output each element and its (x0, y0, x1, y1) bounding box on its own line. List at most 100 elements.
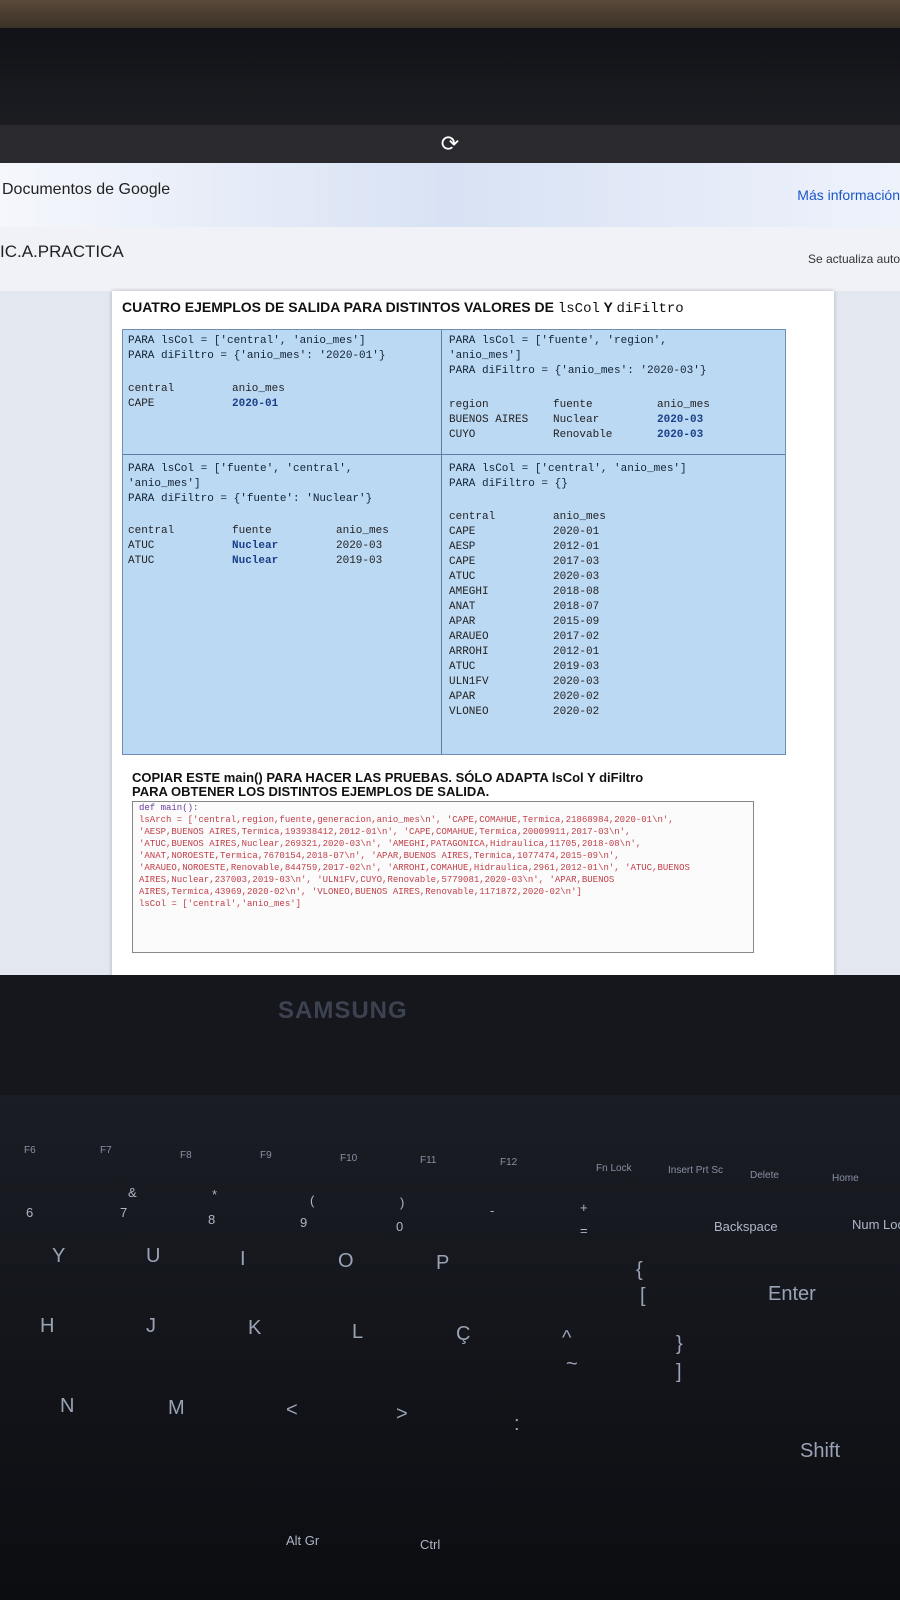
keyboard-key: H (40, 1315, 55, 1337)
example-2-output: region fuente anio_mes BUENOS AIRES Nucl… (449, 398, 779, 443)
keyboard-key: Num Lock (852, 1217, 900, 1232)
output-cell: 2020-03 (336, 540, 383, 552)
output-row: CAPE 2017-03 (449, 555, 779, 570)
keyboard-key: } (676, 1333, 683, 1355)
keyboard-key: < (286, 1399, 298, 1421)
keyboard-key: L (352, 1321, 364, 1343)
output-cell: 2012-01 (553, 646, 600, 658)
google-docs-title: Documentos de Google (2, 181, 171, 198)
heading-lscol: lsCol (557, 301, 600, 317)
keyboard-key: 7 (120, 1205, 128, 1220)
laptop-bottom-bezel (0, 975, 900, 1095)
refresh-icon[interactable]: ⟳ (439, 133, 461, 155)
output-header: central (128, 525, 175, 537)
output-cell: ATUC (449, 571, 476, 583)
output-cell: 2020-03 (657, 429, 704, 441)
keyboard-key: > (396, 1403, 408, 1425)
output-row: ARROHI 2012-01 (449, 645, 779, 660)
output-cell: ANAT (449, 601, 476, 613)
example-1-output: central anio_mes CAPE 2020-01 (128, 382, 428, 412)
document-title: IC.A.PRACTICA (0, 242, 124, 261)
output-cell: 2020-03 (553, 571, 600, 583)
example-param-line: PARA diFiltro = {'anio_mes': '2020-01'} (128, 350, 386, 362)
keyboard-key: J (146, 1315, 156, 1337)
keyboard-key: = (580, 1223, 588, 1238)
keyboard-key: : (514, 1413, 520, 1435)
code-line: 'ARAUEO,NOROESTE,Renovable,844759,2017-0… (139, 863, 690, 873)
more-info-link[interactable]: Más información (797, 187, 900, 203)
copy-heading-line: COPIAR ESTE main() PARA HACER LAS PRUEBA… (132, 770, 644, 785)
output-cell: CAPE (449, 526, 476, 538)
output-header: anio_mes (553, 511, 606, 523)
example-4-params: PARA lsCol = ['central', 'anio_mes'] PAR… (449, 462, 687, 492)
output-cell: APAR (449, 691, 476, 703)
page-heading: CUATRO EJEMPLOS DE SALIDA PARA DISTINTOS… (122, 299, 684, 317)
output-row: APAR 2020-02 (449, 690, 779, 705)
keyboard-key: 9 (300, 1215, 308, 1230)
example-param-line: PARA diFiltro = {'anio_mes': '2020-03'} (449, 365, 707, 377)
output-cell: Nuclear (232, 540, 279, 552)
example-4-output: central anio_mes CAPE 2020-01 AESP 2012-01 C… (449, 510, 779, 720)
example-3-params: PARA lsCol = ['fuente', 'central', 'anio… (128, 462, 372, 507)
output-row: ATUC 2020-03 (449, 570, 779, 585)
keyboard-key: F6 (24, 1145, 36, 1156)
output-cell: ARROHI (449, 646, 489, 658)
example-param-line: PARA diFiltro = {} (449, 478, 568, 490)
keyboard-key: F7 (100, 1145, 112, 1156)
keyboard-key: ) (400, 1195, 405, 1210)
keyboard-key: I (240, 1248, 246, 1270)
output-cell: 2018-08 (553, 586, 600, 598)
keyboard-key: Alt Gr (286, 1533, 320, 1548)
output-header: central (128, 383, 175, 395)
output-row: ATUC Nuclear 2020-03 (128, 539, 428, 554)
copy-heading-line: PARA OBTENER LOS DISTINTOS EJEMPLOS DE S… (132, 784, 490, 799)
keyboard-key: Fn Lock (596, 1163, 632, 1174)
output-row: ULN1FV 2020-03 (449, 675, 779, 690)
output-cell: AESP (449, 541, 476, 553)
code-line: AIRES,Termica,43969,2020-02\n', 'VLONEO,… (139, 887, 582, 897)
code-line: def main(): (139, 803, 199, 813)
output-cell: 2020-03 (553, 676, 600, 688)
keyboard-key: N (60, 1395, 75, 1417)
keyboard-key: { (636, 1259, 643, 1281)
example-1-params: PARA lsCol = ['central', 'anio_mes'] PAR… (128, 334, 385, 364)
output-cell: Renovable (553, 429, 613, 441)
keyboard-key: ^ (562, 1327, 572, 1349)
keyboard-key: [ (640, 1285, 646, 1307)
example-3-output: central fuente anio_mes ATUC Nuclear 202… (128, 524, 428, 569)
output-header-row: central anio_mes (449, 510, 779, 525)
example-param-line: PARA lsCol = ['central', 'anio_mes'] (449, 463, 687, 475)
code-line: 'ATUC,BUENOS AIRES,Nuclear,269321,2020-0… (139, 839, 642, 849)
output-row: CAPE 2020-01 (128, 397, 428, 412)
output-header-row: region fuente anio_mes (449, 398, 779, 413)
laptop-brand-logo: SAMSUNG (278, 997, 408, 1024)
output-cell: 2017-02 (553, 631, 600, 643)
keyboard-key: 0 (396, 1219, 404, 1234)
keyboard-key: Delete (750, 1170, 779, 1181)
code-line: 'ANAT,NOROESTE,Termica,7670154,2018-07\n… (139, 851, 620, 861)
output-row: ANAT 2018-07 (449, 600, 779, 615)
examples-table: PARA lsCol = ['central', 'anio_mes'] PAR… (122, 329, 786, 755)
keyboard-key: Ctrl (420, 1537, 441, 1552)
code-block: def main(): lsArch = ['central,region,fu… (132, 801, 754, 953)
laptop-top-bezel (0, 28, 900, 128)
output-cell: VLONEO (449, 706, 489, 718)
keyboard-key: - (490, 1203, 495, 1218)
output-row: BUENOS AIRES Nuclear 2020-03 (449, 413, 779, 428)
keyboard-key: Enter (768, 1283, 816, 1305)
output-cell: 2020-03 (657, 414, 704, 426)
output-header: central (449, 511, 496, 523)
keyboard-key: 6 (26, 1205, 34, 1220)
output-cell: ATUC (128, 540, 155, 552)
keyboard-key: Ç (456, 1323, 471, 1345)
example-param-line: PARA lsCol = ['central', 'anio_mes'] (128, 335, 366, 347)
code-line: lsArch = ['central,region,fuente,generac… (139, 815, 674, 825)
output-cell: CAPE (128, 398, 155, 410)
example-param-line: PARA lsCol = ['fuente', 'central', (128, 463, 353, 475)
output-cell: CAPE (449, 556, 476, 568)
keyboard-key: P (436, 1252, 450, 1274)
output-row: ATUC Nuclear 2019-03 (128, 554, 428, 569)
keyboard-key: 8 (208, 1212, 216, 1227)
example-param-line: 'anio_mes'] (449, 350, 522, 362)
output-cell: 2015-09 (553, 616, 600, 628)
